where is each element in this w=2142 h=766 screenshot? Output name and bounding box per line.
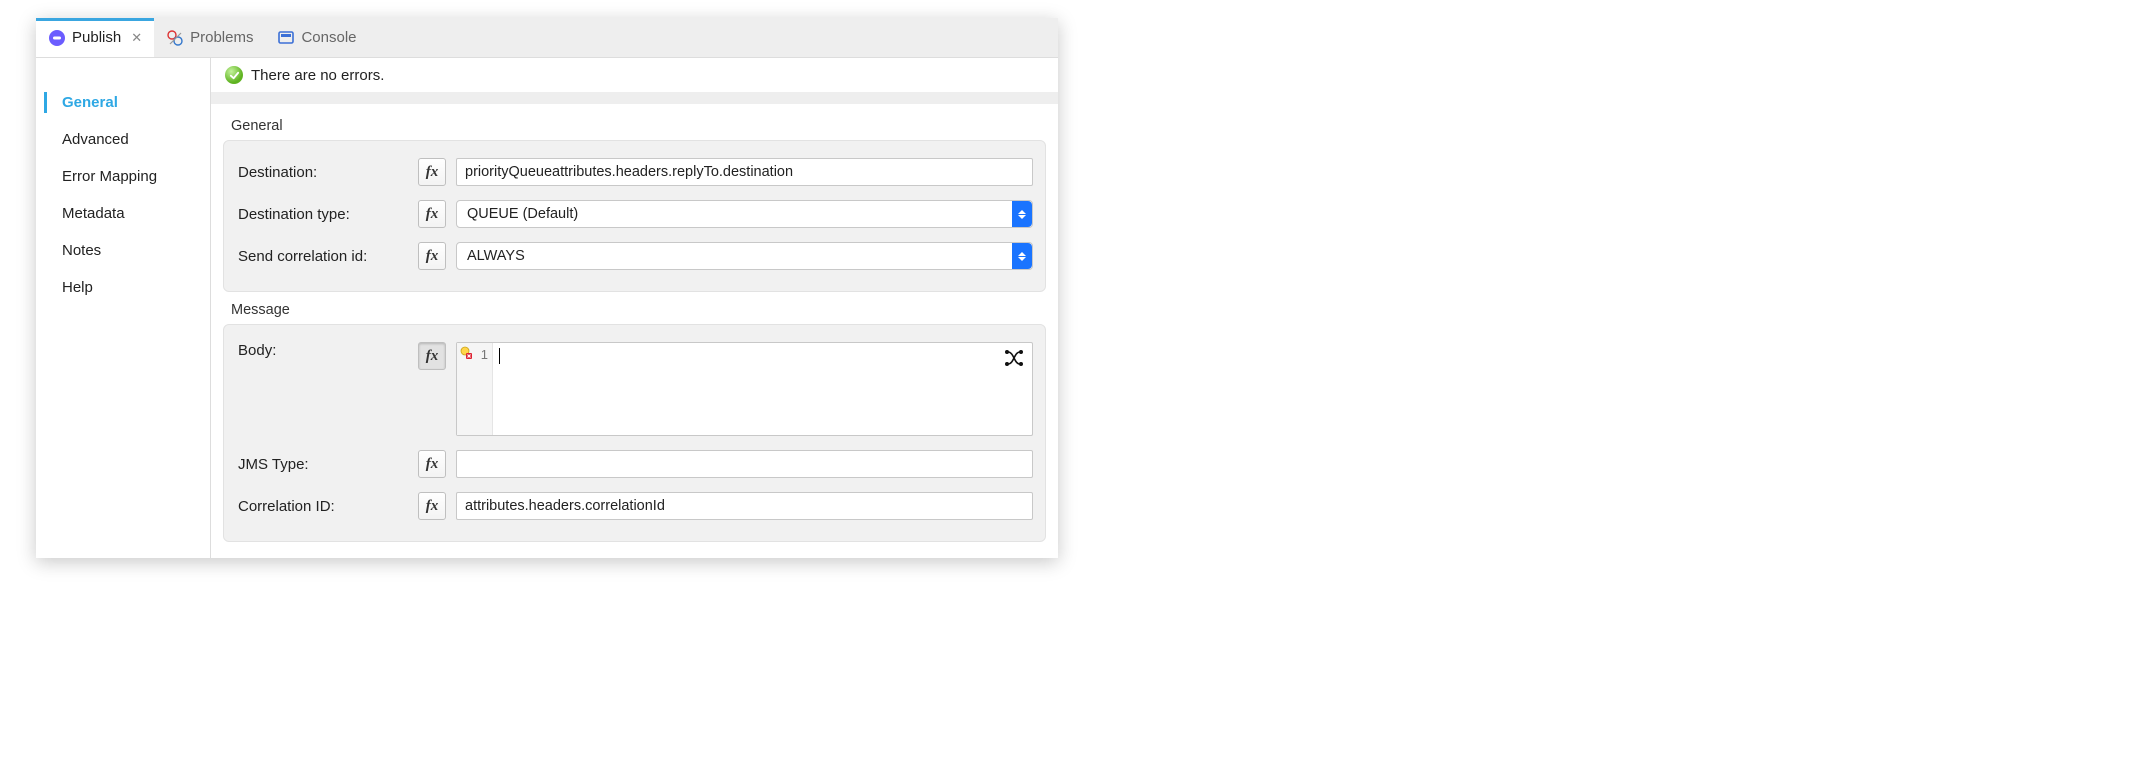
fx-button-body[interactable]: fx (418, 342, 446, 370)
label-body: Body: (238, 342, 408, 359)
label-destination: Destination: (238, 164, 408, 181)
sidebar: General Advanced Error Mapping Metadata … (36, 58, 211, 558)
main-panel: There are no errors. General Destination… (211, 58, 1058, 558)
lightbulb-error-icon[interactable] (459, 346, 473, 360)
mapping-icon[interactable] (1004, 349, 1024, 367)
sidebar-item-label: Metadata (62, 205, 125, 222)
send-correlation-value: ALWAYS (467, 248, 525, 264)
jms-type-input[interactable] (456, 450, 1033, 478)
console-icon (277, 29, 295, 47)
sidebar-item-label: Error Mapping (62, 168, 157, 185)
send-correlation-select[interactable]: ALWAYS (456, 242, 1033, 270)
body-editor[interactable]: 1 (456, 342, 1033, 436)
text-cursor (499, 348, 500, 364)
select-stepper-icon (1012, 243, 1032, 269)
row-correlation-id: Correlation ID: fx (238, 485, 1033, 527)
row-destination-type: Destination type: fx QUEUE (Default) (238, 193, 1033, 235)
form-scroll[interactable]: General Destination: fx Destination type… (211, 104, 1058, 558)
destination-type-value: QUEUE (Default) (467, 206, 578, 222)
label-send-correlation: Send correlation id: (238, 248, 408, 265)
fx-button-jms-type[interactable]: fx (418, 450, 446, 478)
tab-bar: Publish ✕ Problems Console (36, 18, 1058, 58)
label-destination-type: Destination type: (238, 206, 408, 223)
row-destination: Destination: fx (238, 151, 1033, 193)
tab-problems[interactable]: Problems (154, 18, 265, 57)
sidebar-item-label: Help (62, 279, 93, 296)
label-correlation-id: Correlation ID: (238, 498, 408, 515)
section-general: Destination: fx Destination type: fx QUE… (223, 140, 1046, 292)
section-message: Body: fx (223, 324, 1046, 542)
row-send-correlation: Send correlation id: fx ALWAYS (238, 235, 1033, 277)
sidebar-item-error-mapping[interactable]: Error Mapping (36, 158, 210, 195)
editor-gutter: 1 (457, 343, 493, 435)
row-jms-type: JMS Type: fx (238, 443, 1033, 485)
tab-publish-label: Publish (72, 29, 121, 46)
tab-problems-label: Problems (190, 29, 253, 46)
editor-code-area[interactable] (493, 343, 1032, 435)
status-message: There are no errors. (251, 67, 384, 84)
fx-button-destination[interactable]: fx (418, 158, 446, 186)
section-title-general: General (223, 108, 1046, 140)
sidebar-item-label: General (62, 94, 118, 111)
row-body: Body: fx (238, 335, 1033, 443)
section-title-message: Message (223, 292, 1046, 324)
select-stepper-icon (1012, 201, 1032, 227)
status-bar: There are no errors. (211, 58, 1058, 92)
line-number: 1 (481, 347, 488, 362)
fx-button-send-correlation[interactable]: fx (418, 242, 446, 270)
fx-button-destination-type[interactable]: fx (418, 200, 446, 228)
editor-window: Publish ✕ Problems Console General Advan… (36, 18, 1058, 558)
destination-input[interactable] (456, 158, 1033, 186)
tab-console[interactable]: Console (265, 18, 368, 57)
tab-console-label: Console (301, 29, 356, 46)
correlation-id-input[interactable] (456, 492, 1033, 520)
label-jms-type: JMS Type: (238, 456, 408, 473)
status-ok-icon (225, 66, 243, 84)
publish-icon (48, 29, 66, 47)
problems-icon (166, 29, 184, 47)
sidebar-item-label: Advanced (62, 131, 129, 148)
sidebar-item-general[interactable]: General (36, 84, 210, 121)
sidebar-item-label: Notes (62, 242, 101, 259)
close-icon[interactable]: ✕ (131, 30, 142, 46)
fx-button-correlation-id[interactable]: fx (418, 492, 446, 520)
sidebar-item-help[interactable]: Help (36, 269, 210, 306)
destination-type-select[interactable]: QUEUE (Default) (456, 200, 1033, 228)
separator (211, 92, 1058, 104)
sidebar-item-notes[interactable]: Notes (36, 232, 210, 269)
tab-publish[interactable]: Publish ✕ (36, 18, 154, 57)
sidebar-item-metadata[interactable]: Metadata (36, 195, 210, 232)
sidebar-item-advanced[interactable]: Advanced (36, 121, 210, 158)
